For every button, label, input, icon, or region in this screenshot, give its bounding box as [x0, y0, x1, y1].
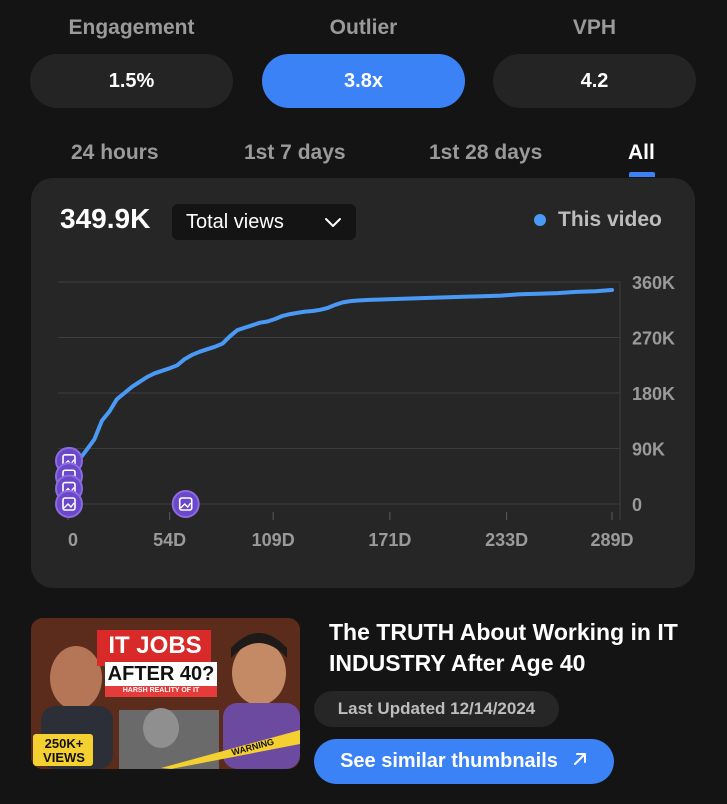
external-arrow-icon: [572, 750, 588, 773]
x-tick-label: 233D: [485, 530, 528, 550]
x-tick-label: 171D: [368, 530, 411, 550]
y-tick-label: 360K: [632, 273, 675, 293]
marker-circle: [55, 490, 83, 518]
thumbnail-headline-2: AFTER 40?: [107, 663, 215, 685]
thumbnail-change-marker[interactable]: [171, 490, 200, 518]
thumbnail-change-marker[interactable]: [55, 490, 83, 518]
x-tick-label: 289D: [590, 530, 633, 550]
thumbnail-tagline: HARSH REALITY OF IT: [122, 687, 200, 694]
y-tick-label: 270K: [632, 329, 675, 349]
thumbnail-headline-1: IT JOBS: [108, 632, 202, 659]
x-tick-label: 109D: [252, 530, 295, 550]
see-similar-label: See similar thumbnails: [340, 750, 558, 772]
marker-circle: [171, 490, 200, 518]
x-tick-label: 54D: [153, 530, 186, 550]
y-tick-label: 180K: [632, 384, 675, 404]
series-line: [66, 288, 614, 476]
video-title[interactable]: The TRUTH About Working in IT INDUSTRY A…: [329, 617, 699, 679]
see-similar-thumbnails-button[interactable]: See similar thumbnails: [314, 739, 614, 784]
y-tick-label: 90K: [632, 440, 665, 460]
thumbnail-badge-line-1: 250K+: [44, 736, 84, 751]
y-tick-label: 0: [632, 495, 642, 515]
thumbnail-badge-line-2: VIEWS: [43, 750, 85, 765]
video-thumbnail[interactable]: IT JOBS AFTER 40? HARSH REALITY OF IT 25…: [31, 618, 300, 769]
last-updated-badge: Last Updated 12/14/2024: [314, 691, 559, 727]
x-tick-label: 0: [68, 530, 78, 550]
